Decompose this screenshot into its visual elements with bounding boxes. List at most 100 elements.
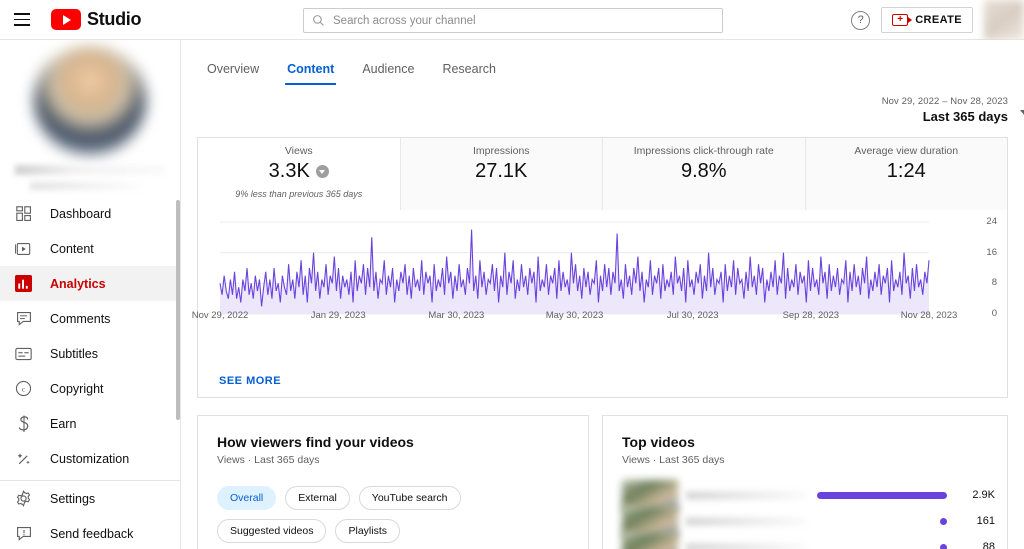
dollar-sign-icon [14,414,33,433]
subtitles-icon [14,344,33,363]
top-video-row[interactable]: 88 [622,531,995,549]
video-title [686,542,807,549]
search-box[interactable] [303,8,723,33]
sidebar-item-customization[interactable]: Customization [0,441,180,476]
chip-suggested-videos[interactable]: Suggested videos [217,519,327,543]
top-video-row[interactable]: 161 [622,505,995,537]
chart-x-tick: Mar 30, 2023 [428,310,485,321]
video-bar-wrap [807,491,947,499]
metric-label: Average view duration [854,145,959,157]
analytics-tabs: Overview Content Audience Research [181,40,1024,85]
hamburger-icon[interactable] [9,7,35,33]
metric-impressions-ctr[interactable]: Impressions click-through rate 9.8% [603,138,806,210]
metric-views[interactable]: Views 3.3K 9% less than previous 365 day… [198,138,401,210]
sidebar-item-content[interactable]: Content [0,231,180,266]
metrics-chart-card: Views 3.3K 9% less than previous 365 day… [192,137,1008,398]
date-range-dates: Nov 29, 2022 – Nov 28, 2023 [881,96,1008,107]
how-viewers-find-videos-card: How viewers find your videos Views · Las… [197,415,589,549]
sidebar-scrollbar[interactable] [176,200,180,420]
video-views-value: 2.9K [972,489,995,501]
video-views-value: 161 [976,515,995,527]
channel-header[interactable] [0,40,180,190]
see-more-link[interactable]: SEE MORE [219,375,281,387]
search-input[interactable] [333,14,714,27]
tab-research[interactable]: Research [428,62,510,85]
metric-average-view-duration[interactable]: Average view duration 1:24 [805,138,1007,210]
tab-overview[interactable]: Overview [202,62,273,85]
chart-y-tick: 8 [991,277,997,289]
tab-audience[interactable]: Audience [348,62,428,85]
account-avatar[interactable] [984,0,1024,40]
studio-logo[interactable]: Studio [51,9,141,30]
sidebar-item-subtitles[interactable]: Subtitles [0,336,180,371]
chevron-down-icon[interactable] [1020,110,1024,116]
chart-x-tick: Sep 28, 2023 [782,310,840,321]
sidebar-item-label: Settings [50,491,96,506]
top-video-row[interactable]: 2.9K [622,479,995,511]
help-icon[interactable]: ? [851,10,871,30]
top-bar: Studio ? + CREATE [0,0,1024,40]
sidebar-item-analytics[interactable]: Analytics [0,266,180,301]
comment-bubble-icon [14,309,33,328]
magic-wand-icon [14,449,33,468]
video-views-bar [817,491,947,499]
chip-playlists[interactable]: Playlists [335,519,400,543]
chip-label: External [298,492,337,504]
date-range-preset: Last 365 days [922,109,1008,124]
top-bar-actions: ? + CREATE [851,0,1024,40]
channel-avatar [34,46,146,155]
chip-label: Suggested videos [230,525,314,537]
video-play-icon [14,239,33,258]
tab-label: Overview [207,62,260,76]
chip-label: YouTube search [371,492,448,504]
sidebar-item-copyright[interactable]: c Copyright [0,371,180,406]
sidebar-item-dashboard[interactable]: Dashboard [0,196,180,231]
create-button[interactable]: + CREATE [881,7,973,33]
brand-label: Studio [87,9,142,29]
traffic-source-chips: Overall External YouTube search Suggeste… [217,486,562,543]
sidebar-item-send-feedback[interactable]: Send feedback [0,516,180,549]
sidebar-item-label: Copyright [50,381,104,396]
chart-x-tick: Nov 29, 2022 [191,310,249,321]
tab-content[interactable]: Content [273,62,348,85]
tab-label: Research [442,62,496,76]
channel-subtitle [30,182,150,190]
sidebar-item-label: Content [50,241,94,256]
video-title [686,516,807,526]
chip-external[interactable]: External [285,486,350,510]
tab-label: Audience [362,62,415,76]
metric-value-wrap: 3.3K [269,160,329,183]
sidebar-nav: Dashboard Content Analytics Comments Sub [0,190,180,549]
views-line-chart[interactable]: 0 8 16 24 Nov 29, 2022 Jan 29, 2023 Mar 30, 2… [192,210,1007,370]
chart-x-tick: Jan 29, 2023 [310,310,366,321]
chart-x-tick: Jul 30, 2023 [666,310,719,321]
chart-y-tick: 16 [986,246,997,258]
metric-value: 1:24 [886,160,926,182]
top-videos-card: Top videos Views · Last 365 days 2.9K 16… [602,415,1008,549]
chip-youtube-search[interactable]: YouTube search [358,486,461,510]
youtube-logo-icon [51,9,81,30]
card-subtitle: Views · Last 365 days [217,454,320,466]
sidebar-item-label: Dashboard [50,206,112,221]
video-views-bar [940,543,947,549]
chart-x-tick: Nov 28, 2023 [900,310,958,321]
metric-label: Impressions click-through rate [633,145,774,157]
tab-label: Content [287,62,335,76]
channel-name [15,164,165,176]
video-views-value: 88 [982,541,995,549]
sidebar-item-comments[interactable]: Comments [0,301,180,336]
sidebar-item-settings[interactable]: Settings [0,481,180,516]
metric-impressions[interactable]: Impressions 27.1K [400,138,603,210]
video-thumbnail [622,531,678,549]
date-range-selector[interactable]: Nov 29, 2022 – Nov 28, 2023 Last 365 day… [881,96,1024,124]
card-subtitle: Views · Last 365 days [622,454,725,466]
video-bar-wrap [807,543,947,549]
metric-delta: 9% less than previous 365 days [235,189,363,199]
metric-value: 3.3K [268,160,310,182]
card-title: Top videos [622,434,695,450]
chip-label: Playlists [348,525,387,537]
chip-overall[interactable]: Overall [217,486,277,510]
copyright-circle-icon: c [14,379,33,398]
feedback-icon [14,524,33,543]
sidebar-item-earn[interactable]: Earn [0,406,180,441]
